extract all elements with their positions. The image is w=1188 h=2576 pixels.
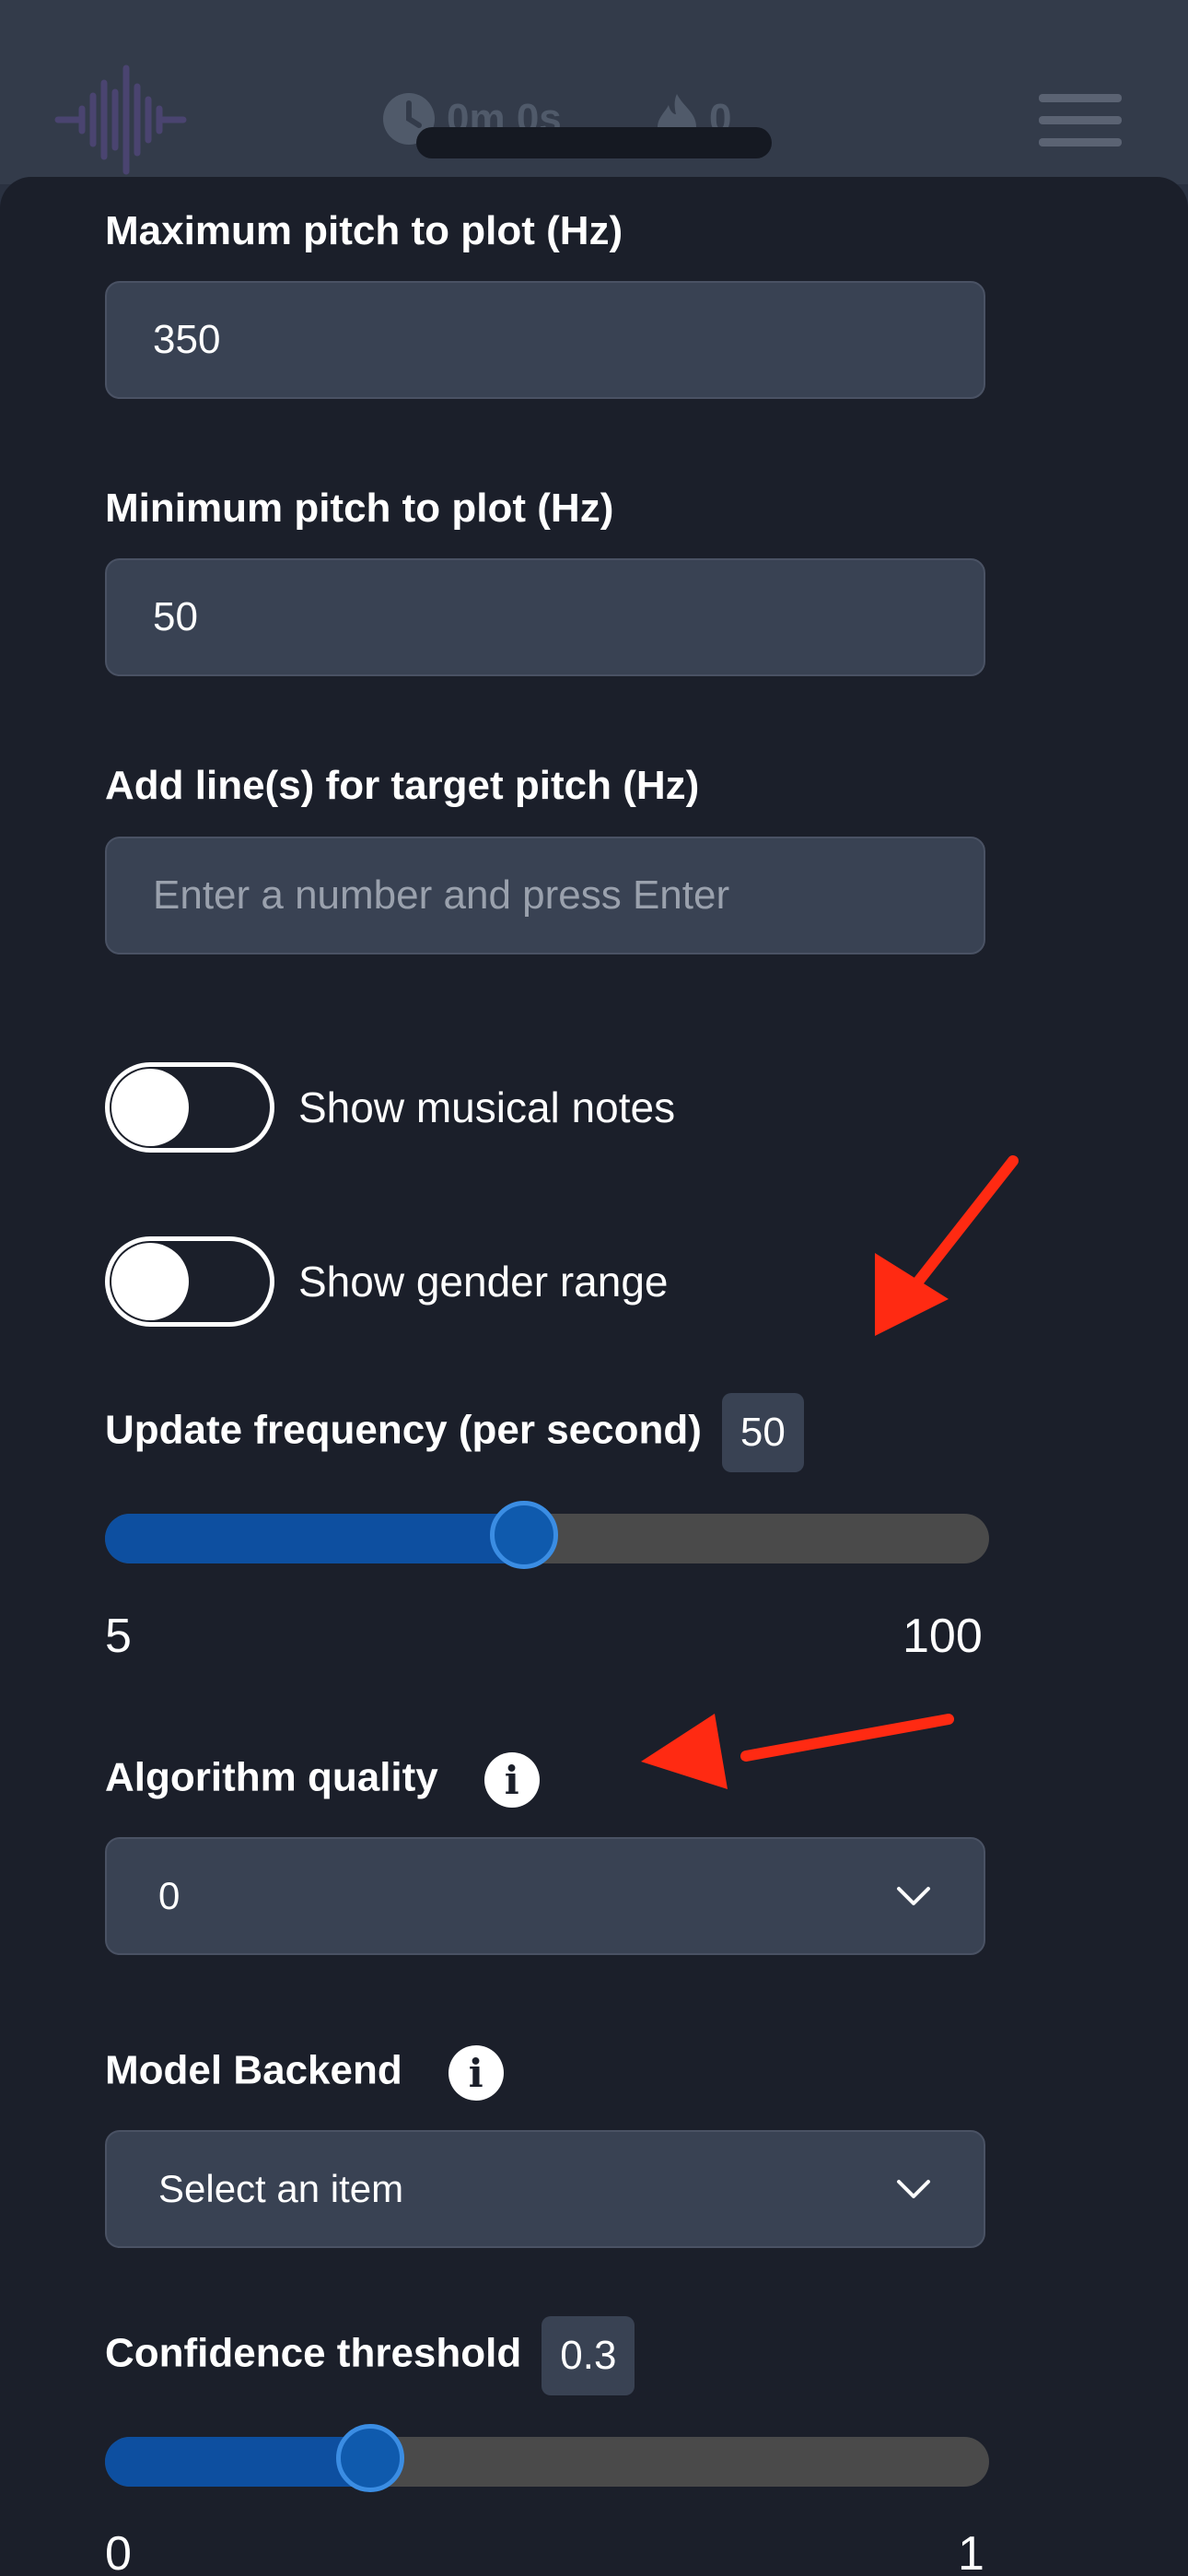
slider-fill: [105, 1514, 525, 1563]
settings-screen: 0m 0s 0 Maximum pitch to plot (Hz) Minim…: [0, 0, 1188, 2576]
model-backend-selected: Select an item: [158, 2167, 404, 2210]
update-frequency-min: 5: [105, 1610, 132, 1663]
confidence-threshold-max: 1: [958, 2527, 984, 2576]
chevron-down-icon: [897, 1887, 930, 1905]
algorithm-quality-select[interactable]: 0: [105, 1837, 985, 1955]
model-backend-header: Model Backend i: [105, 2045, 504, 2101]
slider-thumb[interactable]: [490, 1501, 559, 1569]
max-pitch-field[interactable]: [105, 281, 985, 399]
show-gender-label: Show gender range: [298, 1258, 669, 1306]
target-pitch-label: Add line(s) for target pitch (Hz): [105, 763, 700, 808]
model-backend-label: Model Backend: [105, 2047, 402, 2093]
info-icon[interactable]: i: [483, 1752, 540, 1808]
show-gender-toggle[interactable]: [105, 1236, 274, 1327]
algorithm-quality-label: Algorithm quality: [105, 1754, 438, 1800]
slider-fill: [105, 2437, 370, 2487]
chevron-down-icon: [897, 2180, 930, 2198]
algorithm-quality-selected: 0: [158, 1874, 181, 1917]
min-pitch-input[interactable]: [153, 594, 938, 640]
algorithm-quality-header: Algorithm quality i: [105, 1752, 540, 1808]
annotation-arrow-icon: [875, 1155, 1019, 1336]
info-icon[interactable]: i: [448, 2045, 504, 2101]
confidence-threshold-label: Confidence threshold: [105, 2330, 522, 2376]
confidence-threshold-slider[interactable]: [105, 2424, 989, 2492]
update-frequency-slider[interactable]: [105, 1501, 989, 1569]
target-pitch-field[interactable]: [105, 837, 985, 954]
waveform-logo-icon: [54, 64, 187, 175]
model-backend-select[interactable]: Select an item: [105, 2130, 985, 2248]
min-pitch-label: Minimum pitch to plot (Hz): [105, 486, 614, 531]
show-gender-row[interactable]: Show gender range: [105, 1236, 669, 1327]
annotation-arrow-icon: [641, 1714, 954, 1789]
confidence-threshold-min: 0: [105, 2527, 132, 2576]
max-pitch-input[interactable]: [153, 317, 938, 363]
slider-thumb[interactable]: [336, 2424, 404, 2492]
target-pitch-input[interactable]: [153, 872, 938, 919]
sheet-drag-handle[interactable]: [416, 127, 772, 158]
update-frequency-label: Update frequency (per second): [105, 1407, 702, 1453]
update-frequency-header: Update frequency (per second) 50: [105, 1393, 804, 1472]
show-notes-toggle[interactable]: [105, 1062, 274, 1153]
confidence-threshold-header: Confidence threshold 0.3: [105, 2316, 635, 2395]
show-notes-row[interactable]: Show musical notes: [105, 1062, 675, 1153]
update-frequency-max: 100: [903, 1610, 983, 1663]
min-pitch-field[interactable]: [105, 558, 985, 676]
max-pitch-label: Maximum pitch to plot (Hz): [105, 208, 623, 253]
hamburger-menu-icon[interactable]: [1039, 94, 1122, 149]
show-notes-label: Show musical notes: [298, 1083, 676, 1131]
confidence-threshold-value: 0.3: [542, 2316, 635, 2395]
update-frequency-value: 50: [721, 1393, 804, 1472]
